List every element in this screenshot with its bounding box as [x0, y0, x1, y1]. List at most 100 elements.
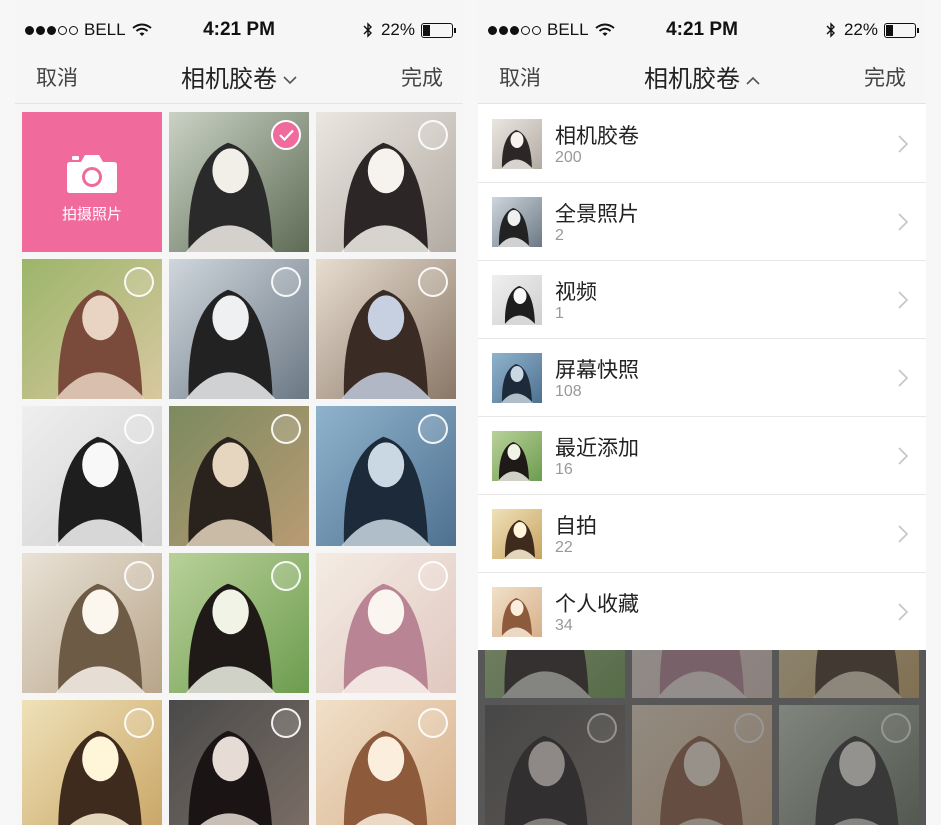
done-button[interactable]: 完成 — [401, 62, 443, 92]
select-circle-icon[interactable] — [124, 414, 154, 444]
album-thumbnail — [492, 431, 542, 481]
album-thumbnail — [492, 119, 542, 169]
album-name: 最近添加 — [555, 437, 639, 460]
album-count: 16 — [555, 461, 573, 478]
album-count: 22 — [555, 539, 573, 556]
photo-image — [632, 650, 772, 698]
album-row[interactable]: 全景照片 2 — [478, 183, 926, 261]
album-row[interactable]: 个人收藏 34 — [478, 573, 926, 651]
chevron-right-icon — [898, 525, 908, 543]
select-circle-icon[interactable] — [271, 267, 301, 297]
battery-icon — [884, 22, 919, 38]
album-thumbnail — [492, 353, 542, 403]
signal-icon — [25, 25, 78, 35]
select-circle-icon[interactable] — [418, 414, 448, 444]
album-thumbnail — [492, 197, 542, 247]
album-row[interactable]: 相机胶卷 200 — [478, 105, 926, 183]
chevron-right-icon — [898, 603, 908, 621]
photo-thumbnail[interactable] — [485, 705, 625, 825]
signal-icon — [488, 25, 541, 35]
photo-thumbnail[interactable] — [779, 705, 919, 825]
select-circle-icon[interactable] — [271, 708, 301, 738]
photo-picker-screen: BELL 4:21 PM 22% 取消 相机胶卷 完成 拍摄照片 — [15, 0, 463, 825]
photo-thumbnail[interactable] — [22, 700, 162, 825]
select-circle-icon[interactable] — [881, 713, 911, 743]
album-row[interactable]: 最近添加 16 — [478, 417, 926, 495]
select-circle-icon[interactable] — [418, 267, 448, 297]
select-circle-icon[interactable] — [418, 120, 448, 150]
navigation-bar: 取消 相机胶卷 完成 — [478, 48, 926, 104]
checkmark-icon[interactable] — [271, 120, 301, 150]
cancel-button[interactable]: 取消 — [499, 62, 541, 92]
album-list: 相机胶卷 200 全景照片 2 视频 1 屏幕快照 108 最近添加 16 自拍… — [478, 105, 926, 651]
album-count: 34 — [555, 617, 573, 634]
album-count: 2 — [555, 227, 564, 244]
album-title-label: 相机胶卷 — [644, 66, 740, 93]
photo-thumbnail[interactable] — [485, 650, 625, 698]
chevron-right-icon — [898, 291, 908, 309]
battery-icon — [421, 22, 456, 38]
photo-thumbnail[interactable] — [779, 650, 919, 698]
photo-thumbnail[interactable] — [169, 259, 309, 399]
bluetooth-icon — [363, 22, 372, 38]
dimmed-photo-grid[interactable] — [478, 650, 926, 825]
select-circle-icon[interactable] — [418, 561, 448, 591]
chevron-right-icon — [898, 213, 908, 231]
photo-thumbnail[interactable] — [632, 650, 772, 698]
photo-thumbnail[interactable] — [169, 700, 309, 825]
album-title[interactable]: 相机胶卷 — [478, 59, 926, 94]
photo-thumbnail[interactable] — [169, 406, 309, 546]
album-count: 1 — [555, 305, 564, 322]
select-circle-icon[interactable] — [418, 708, 448, 738]
album-row[interactable]: 屏幕快照 108 — [478, 339, 926, 417]
photo-thumbnail[interactable] — [22, 406, 162, 546]
photo-thumbnail[interactable] — [169, 553, 309, 693]
done-button[interactable]: 完成 — [864, 62, 906, 92]
carrier-label: BELL — [84, 20, 126, 39]
chevron-right-icon — [898, 369, 908, 387]
status-bar: BELL 4:21 PM 22% — [15, 0, 463, 48]
select-circle-icon[interactable] — [271, 561, 301, 591]
album-name: 屏幕快照 — [555, 359, 639, 382]
photo-thumbnail[interactable] — [316, 700, 456, 825]
battery-percent: 22% — [843, 20, 878, 39]
select-circle-icon[interactable] — [271, 414, 301, 444]
photo-thumbnail[interactable] — [22, 259, 162, 399]
select-circle-icon[interactable] — [124, 267, 154, 297]
album-thumbnail — [492, 509, 542, 559]
album-thumbnail — [492, 587, 542, 637]
chevron-down-icon[interactable] — [283, 76, 297, 85]
take-photo-button[interactable]: 拍摄照片 — [22, 112, 162, 252]
photo-thumbnail[interactable] — [316, 259, 456, 399]
select-circle-icon[interactable] — [734, 713, 764, 743]
album-name: 视频 — [555, 281, 597, 304]
album-title-label: 相机胶卷 — [181, 66, 277, 93]
album-row[interactable]: 视频 1 — [478, 261, 926, 339]
album-name: 相机胶卷 — [555, 125, 639, 148]
carrier-label: BELL — [547, 20, 589, 39]
photo-thumbnail[interactable] — [316, 112, 456, 252]
album-count: 108 — [555, 383, 582, 400]
photo-thumbnail[interactable] — [316, 406, 456, 546]
photo-thumbnail[interactable] — [632, 705, 772, 825]
album-name: 个人收藏 — [555, 593, 639, 616]
album-row[interactable]: 自拍 22 — [478, 495, 926, 573]
select-circle-icon[interactable] — [124, 561, 154, 591]
select-circle-icon[interactable] — [587, 713, 617, 743]
bluetooth-icon — [826, 22, 835, 38]
album-title[interactable]: 相机胶卷 — [15, 59, 463, 94]
select-circle-icon[interactable] — [124, 708, 154, 738]
take-photo-label: 拍摄照片 — [61, 206, 122, 223]
photo-thumbnail[interactable] — [169, 112, 309, 252]
photo-image — [485, 650, 625, 698]
photo-thumbnail[interactable] — [316, 553, 456, 693]
chevron-right-icon — [898, 447, 908, 465]
photo-thumbnail[interactable] — [22, 553, 162, 693]
album-name: 全景照片 — [555, 203, 639, 226]
navigation-bar: 取消 相机胶卷 完成 — [15, 48, 463, 104]
cancel-button[interactable]: 取消 — [36, 62, 78, 92]
album-name: 自拍 — [555, 515, 597, 538]
chevron-up-icon[interactable] — [746, 76, 760, 85]
battery-percent: 22% — [380, 20, 415, 39]
wifi-icon — [594, 23, 615, 36]
